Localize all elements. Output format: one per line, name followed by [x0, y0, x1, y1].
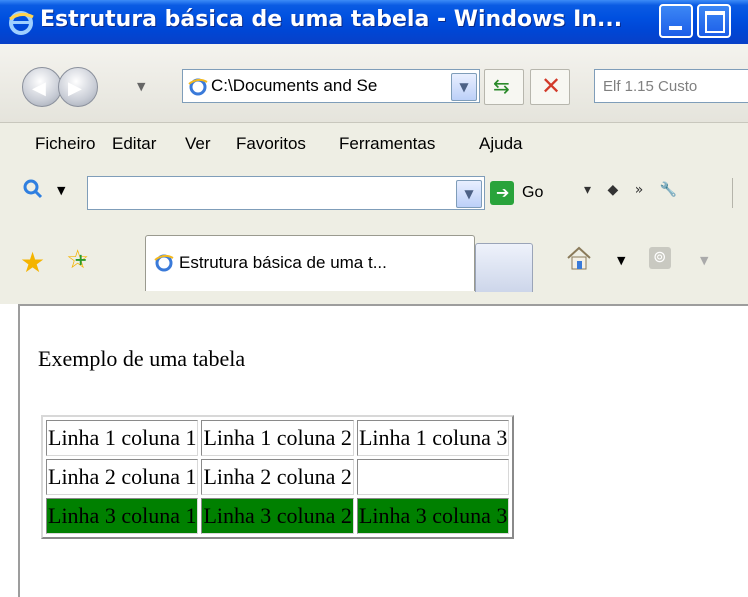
toolbar-extra-icons[interactable]: ▾ ◆ » 🔧: [584, 182, 683, 198]
table-cell: Linha 2 coluna 1: [46, 459, 199, 495]
favorites-star-icon[interactable]: ★: [20, 246, 45, 279]
page-content: Exemplo de uma tabela Linha 1 coluna 1 L…: [18, 304, 748, 597]
go-button[interactable]: ➔: [490, 181, 514, 205]
table-cell: Linha 1 coluna 1: [46, 420, 199, 456]
data-table: Linha 1 coluna 1 Linha 1 coluna 2 Linha …: [41, 415, 515, 539]
menu-item-ver[interactable]: Ver: [185, 134, 211, 154]
menu-item-ficheiro[interactable]: Ficheiro: [35, 134, 95, 154]
search-options-dropdown-icon[interactable]: ▼: [57, 184, 65, 197]
address-field[interactable]: C:\Documents and Se ▼: [182, 69, 480, 103]
title-bar[interactable]: Estrutura básica de uma tabela - Windows…: [0, 0, 748, 44]
address-toolbar: ◀ ▶ ▼ C:\Documents and Se ▼ ⇆ ✕ Elf 1.15…: [0, 44, 748, 123]
address-dropdown-icon[interactable]: ▼: [451, 73, 477, 101]
menu-bar: Ficheiro Editar Ver Favoritos Ferramenta…: [0, 124, 748, 164]
history-dropdown-icon[interactable]: ▼: [137, 80, 145, 93]
menu-item-ajuda[interactable]: Ajuda: [479, 134, 522, 154]
table-row-highlighted: Linha 3 coluna 1 Linha 3 coluna 2 Linha …: [46, 498, 510, 534]
table-cell: Linha 1 coluna 2: [201, 420, 354, 456]
go-label[interactable]: Go: [522, 184, 543, 202]
table-cell: Linha 2 coluna 2: [201, 459, 354, 495]
home-icon[interactable]: [565, 244, 593, 272]
maximize-button[interactable]: [697, 4, 731, 38]
table-row: Linha 1 coluna 1 Linha 1 coluna 2 Linha …: [46, 420, 510, 456]
table-cell: Linha 3 coluna 1: [46, 498, 199, 534]
minimize-button[interactable]: [659, 4, 693, 38]
table-cell: Linha 3 coluna 3: [356, 498, 510, 534]
tab-label: Estrutura básica de uma t...: [179, 253, 387, 272]
search-input[interactable]: ▼: [87, 176, 485, 210]
tab-page-icon: [154, 254, 174, 272]
search-box-placeholder: Elf 1.15 Custo: [603, 78, 698, 95]
table-cell: Linha 1 coluna 3: [356, 420, 510, 456]
menu-item-editar[interactable]: Editar: [112, 134, 156, 154]
tab-row: ★ ☆ + Estrutura básica de uma t... ▼ ⊚ ▼: [0, 222, 748, 304]
internet-explorer-icon: [9, 11, 34, 35]
page-icon: [188, 78, 208, 96]
menu-item-ferramentas[interactable]: Ferramentas: [339, 134, 435, 154]
refresh-button[interactable]: ⇆: [484, 69, 524, 105]
table-row: Linha 2 coluna 1 Linha 2 coluna 2: [46, 459, 510, 495]
tab-active[interactable]: Estrutura básica de uma t...: [145, 235, 475, 291]
toolbar-separator: [732, 178, 733, 208]
forward-arrow-icon: ▶: [68, 78, 82, 99]
search-box[interactable]: Elf 1.15 Custo: [594, 69, 748, 103]
new-tab-button[interactable]: [475, 243, 533, 292]
page-caption: Exemplo de uma tabela: [38, 346, 246, 371]
feed-dropdown-icon[interactable]: ▼: [700, 254, 708, 267]
stop-button[interactable]: ✕: [530, 69, 570, 105]
menu-item-favoritos[interactable]: Favoritos: [236, 134, 306, 154]
home-dropdown-icon[interactable]: ▼: [617, 254, 625, 267]
browser-chrome: ◀ ▶ ▼ C:\Documents and Se ▼ ⇆ ✕ Elf 1.15…: [0, 44, 748, 304]
go-arrow-icon: ➔: [496, 183, 510, 202]
search-dropdown-icon[interactable]: ▼: [456, 180, 482, 208]
table-cell: Linha 3 coluna 2: [201, 498, 354, 534]
table-cell: [356, 459, 510, 495]
stop-icon: ✕: [541, 72, 562, 100]
address-text: C:\Documents and Se: [211, 76, 378, 95]
back-arrow-icon: ◀: [32, 78, 46, 99]
search-icon[interactable]: [22, 178, 44, 200]
feed-icon[interactable]: ⊚: [649, 247, 671, 269]
add-favorites-icon[interactable]: ☆ +: [66, 245, 89, 275]
back-button[interactable]: ◀: [22, 67, 62, 107]
search-toolbar: ▼ ▼ ➔ Go ▾ ◆ » 🔧: [0, 164, 748, 220]
window-title: Estrutura básica de uma tabela - Windows…: [40, 7, 623, 32]
forward-button[interactable]: ▶: [58, 67, 98, 107]
refresh-icon: ⇆: [493, 74, 510, 98]
